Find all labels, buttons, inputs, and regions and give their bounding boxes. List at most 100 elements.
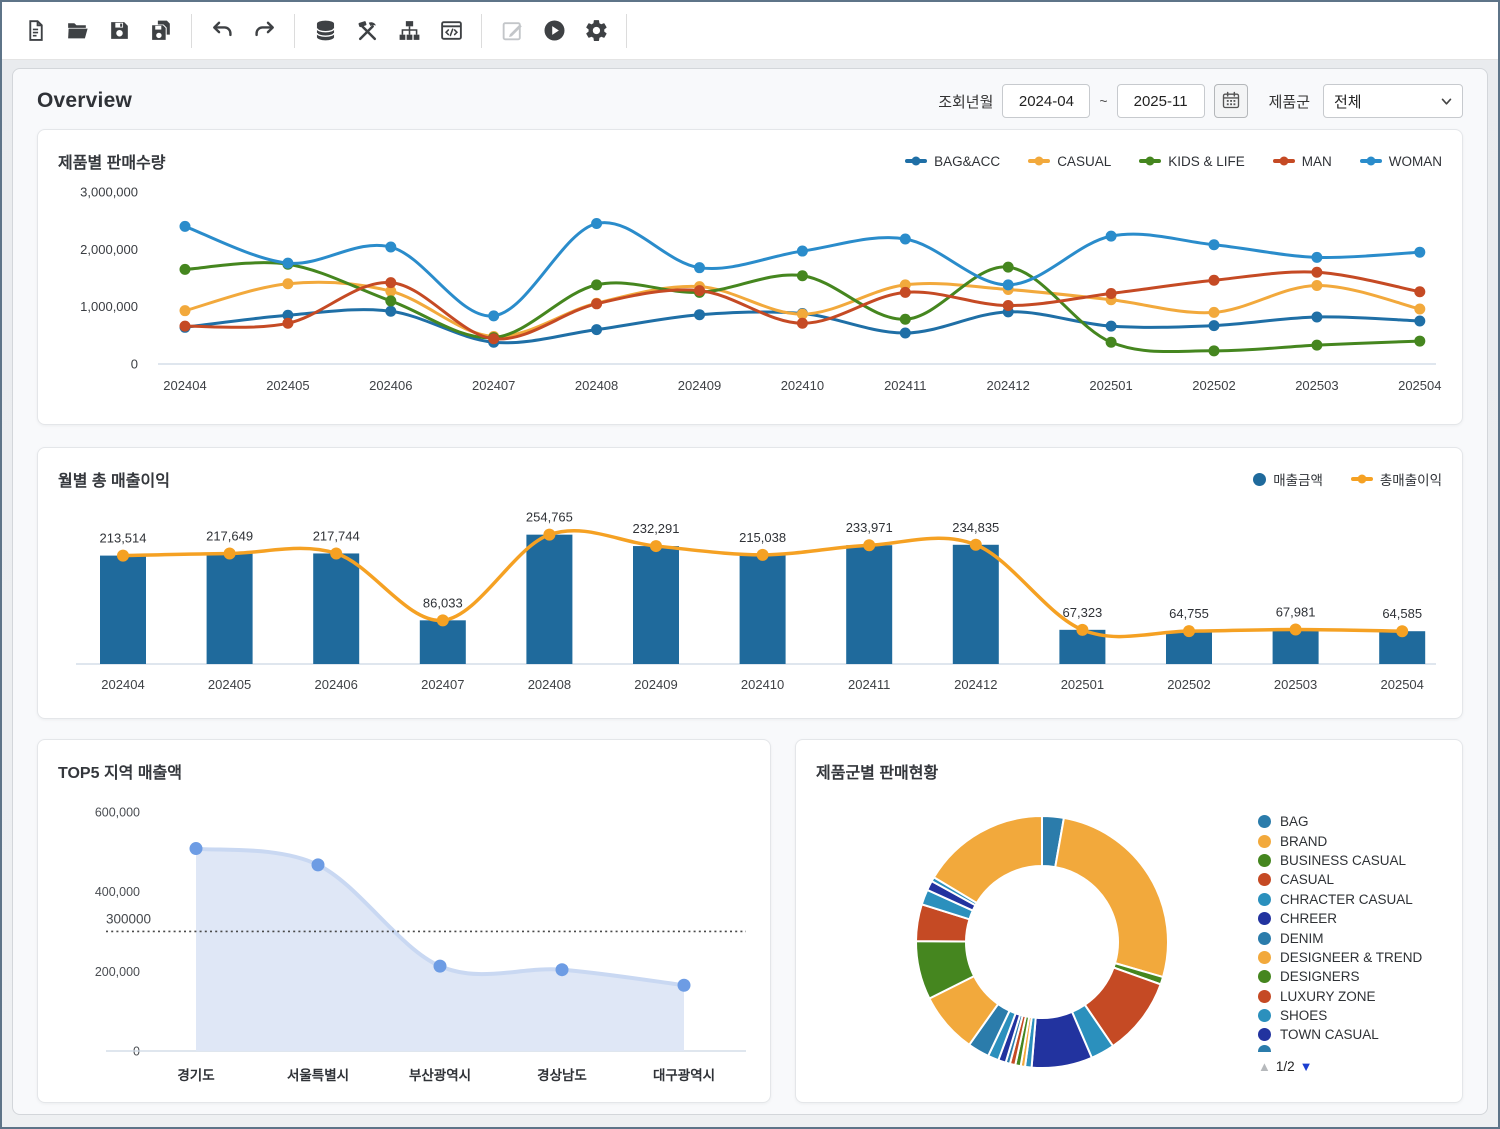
profit-point-202504[interactable]	[1396, 625, 1408, 637]
data-point-bag-acc[interactable]	[1311, 311, 1322, 322]
profit-point-202408[interactable]	[543, 529, 555, 541]
data-point-woman[interactable]	[282, 258, 293, 269]
data-point-man[interactable]	[591, 298, 602, 309]
region-point-대구광역시[interactable]	[678, 979, 691, 992]
data-point-man[interactable]	[1209, 275, 1220, 286]
legend-item-chreer[interactable]: CHREER	[1258, 909, 1440, 928]
data-point-kids-life[interactable]	[1003, 262, 1014, 273]
data-point-woman[interactable]	[180, 221, 191, 232]
data-point-kids-life[interactable]	[1414, 336, 1425, 347]
region-point-부산광역시[interactable]	[434, 960, 447, 973]
profit-point-202503[interactable]	[1290, 623, 1302, 635]
data-point-bag-acc[interactable]	[591, 324, 602, 335]
legend-item-designers[interactable]: DESIGNERS	[1258, 967, 1440, 986]
data-point-casual[interactable]	[282, 278, 293, 289]
legend-item-man[interactable]: MAN	[1273, 154, 1332, 169]
profit-point-202407[interactable]	[437, 614, 449, 626]
legend-item-kids-life[interactable]: KIDS & LIFE	[1139, 154, 1245, 169]
data-point-bag-acc[interactable]	[385, 306, 396, 317]
data-point-kids-life[interactable]	[797, 270, 808, 281]
region-point-경상남도[interactable]	[556, 963, 569, 976]
bar-202407[interactable]	[420, 620, 466, 664]
data-point-woman[interactable]	[797, 246, 808, 257]
profit-point-202406[interactable]	[330, 547, 342, 559]
data-point-man[interactable]	[694, 285, 705, 296]
data-point-man[interactable]	[180, 321, 191, 332]
legend-item-casual[interactable]: CASUAL	[1028, 154, 1111, 169]
bar-202404[interactable]	[100, 556, 146, 664]
save-all-button[interactable]	[140, 10, 182, 52]
data-point-man[interactable]	[1003, 300, 1014, 311]
data-point-woman[interactable]	[591, 218, 602, 229]
region-point-서울특별시[interactable]	[312, 858, 325, 871]
data-point-bag-acc[interactable]	[694, 309, 705, 320]
legend-item-bag-acc[interactable]: BAG&ACC	[905, 154, 1000, 169]
data-point-bag-acc[interactable]	[900, 328, 911, 339]
legend-item-매출금액[interactable]: 매출금액	[1253, 469, 1323, 489]
data-point-kids-life[interactable]	[1106, 337, 1117, 348]
data-point-man[interactable]	[282, 318, 293, 329]
data-point-woman[interactable]	[1209, 239, 1220, 250]
bar-202412[interactable]	[953, 545, 999, 664]
donut-slice-1[interactable]	[1055, 818, 1168, 977]
data-point-kids-life[interactable]	[1209, 345, 1220, 356]
profit-point-202502[interactable]	[1183, 625, 1195, 637]
data-point-woman[interactable]	[1414, 247, 1425, 258]
data-point-man[interactable]	[900, 287, 911, 298]
legend-item-bag[interactable]: BAG	[1258, 812, 1440, 831]
data-point-woman[interactable]	[385, 242, 396, 253]
legend-item-denim[interactable]: DENIM	[1258, 928, 1440, 947]
data-point-woman[interactable]	[1003, 279, 1014, 290]
date-from-input[interactable]	[1002, 84, 1090, 118]
product-group-select[interactable]: 전체	[1323, 84, 1463, 118]
legend-item-casual[interactable]: CASUAL	[1258, 870, 1440, 889]
date-to-input[interactable]	[1117, 84, 1205, 118]
profit-point-202404[interactable]	[117, 550, 129, 562]
data-point-kids-life[interactable]	[180, 264, 191, 275]
data-point-kids-life[interactable]	[1311, 340, 1322, 351]
calendar-button[interactable]	[1214, 84, 1248, 118]
legend-item-shoes[interactable]: SHOES	[1258, 1006, 1440, 1025]
undo-button[interactable]	[201, 10, 243, 52]
run-button[interactable]	[533, 10, 575, 52]
data-point-woman[interactable]	[488, 310, 499, 321]
bar-202409[interactable]	[633, 546, 679, 664]
data-point-woman[interactable]	[1106, 231, 1117, 242]
legend-item-chracter-casual[interactable]: CHRACTER CASUAL	[1258, 890, 1440, 909]
data-point-bag-acc[interactable]	[1106, 321, 1117, 332]
bar-202406[interactable]	[313, 553, 359, 664]
open-folder-button[interactable]	[56, 10, 98, 52]
data-point-casual[interactable]	[1209, 307, 1220, 318]
bar-202405[interactable]	[207, 554, 253, 664]
data-point-man[interactable]	[797, 318, 808, 329]
legend-item-town-casual[interactable]: TOWN CASUAL	[1258, 1025, 1440, 1044]
legend-item-designeer-trend[interactable]: DESIGNEER & TREND	[1258, 948, 1440, 967]
legend-item-luxury-zone[interactable]: LUXURY ZONE	[1258, 987, 1440, 1006]
sitemap-button[interactable]	[388, 10, 430, 52]
profit-point-202410[interactable]	[757, 549, 769, 561]
profit-point-202411[interactable]	[863, 539, 875, 551]
bar-202411[interactable]	[846, 545, 892, 664]
data-point-kids-life[interactable]	[591, 279, 602, 290]
tools-button[interactable]	[346, 10, 388, 52]
legend-page-down-icon[interactable]: ▼	[1300, 1059, 1313, 1074]
data-point-bag-acc[interactable]	[1209, 320, 1220, 331]
data-point-casual[interactable]	[1414, 303, 1425, 314]
save-button[interactable]	[98, 10, 140, 52]
profit-point-202409[interactable]	[650, 540, 662, 552]
data-point-man[interactable]	[1106, 288, 1117, 299]
data-point-casual[interactable]	[180, 305, 191, 316]
data-point-bag-acc[interactable]	[1414, 316, 1425, 327]
legend-item-총매출이익[interactable]: 총매출이익	[1351, 469, 1442, 489]
data-point-woman[interactable]	[694, 262, 705, 273]
data-point-man[interactable]	[1311, 267, 1322, 278]
profit-point-202405[interactable]	[224, 548, 236, 560]
bar-202408[interactable]	[526, 535, 572, 664]
data-point-kids-life[interactable]	[900, 314, 911, 325]
legend-item-business-casual[interactable]: BUSINESS CASUAL	[1258, 851, 1440, 870]
database-button[interactable]	[304, 10, 346, 52]
data-point-man[interactable]	[385, 277, 396, 288]
redo-button[interactable]	[243, 10, 285, 52]
profit-point-202412[interactable]	[970, 539, 982, 551]
settings-button[interactable]	[575, 10, 617, 52]
